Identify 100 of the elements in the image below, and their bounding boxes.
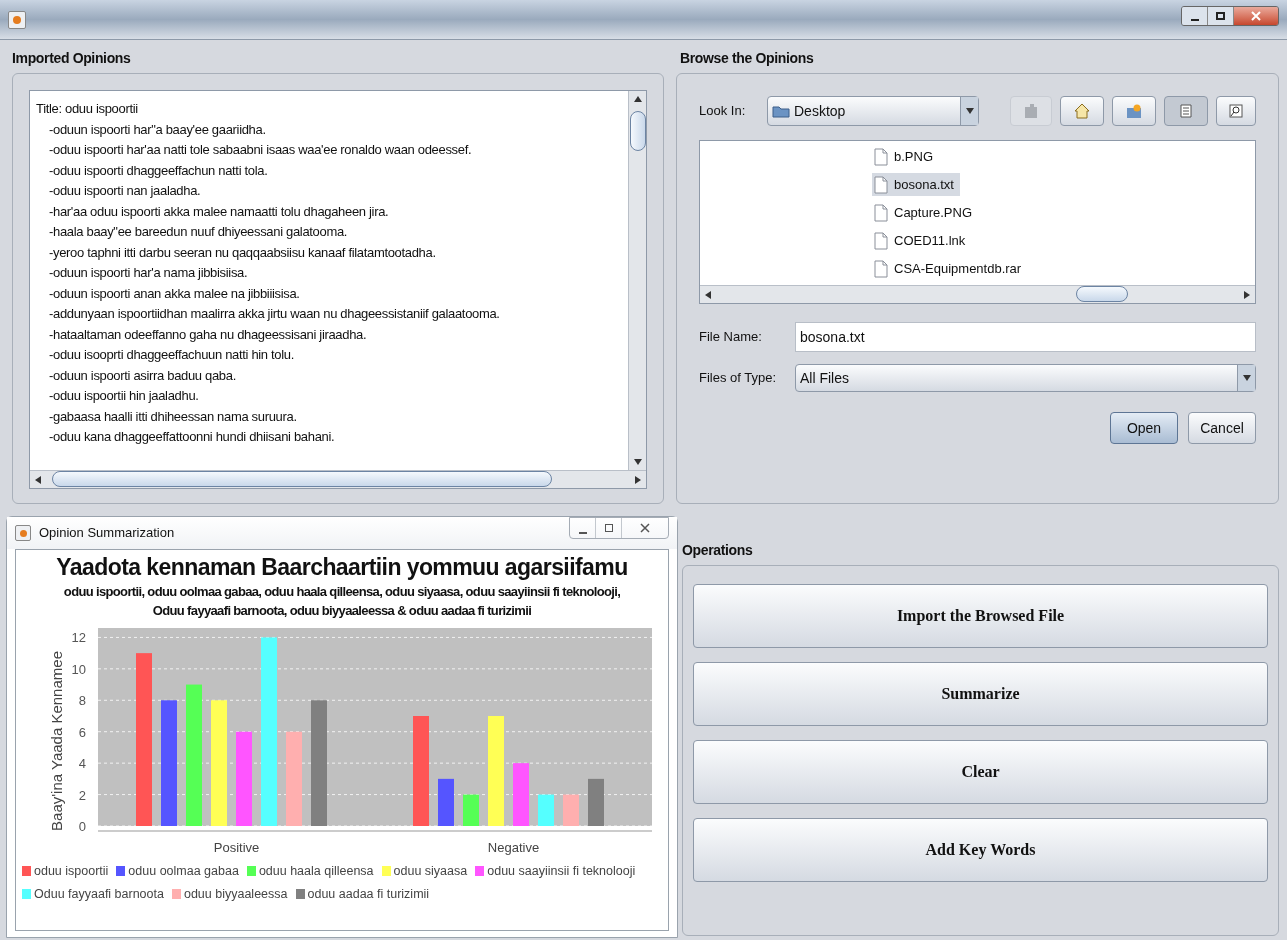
- operation-button[interactable]: Summarize: [693, 662, 1268, 726]
- java-cup-icon: [8, 10, 26, 29]
- y-tick-label: 6: [78, 724, 86, 740]
- left-arrow-icon: [704, 290, 712, 299]
- scroll-thumb[interactable]: [1076, 286, 1128, 302]
- left-arrow-icon: [34, 475, 42, 484]
- opinion-line: -oduun ispoorti har'a nama jibbisiisa.: [48, 264, 249, 282]
- y-tick-label: 12: [71, 630, 86, 646]
- field-label: Look In:: [699, 102, 747, 121]
- legend-label: oduu ispoortii: [34, 863, 109, 880]
- panel-title: Browse the Opinions: [679, 49, 815, 68]
- opinion-line: -yeroo taphni itti darbu seeran nu qaqqaabsiisu kanaaf filatamtootadha.: [48, 243, 437, 262]
- opinion-line: -oduu ispoorti dhaggeeffachun natti tola.: [48, 161, 269, 180]
- caret-icon: [1242, 374, 1251, 382]
- look-in-dropdown[interactable]: Desktop: [767, 96, 979, 126]
- opinion-line: -oduu kana dhaggeeffattoonni hundi dhiisani bahani.: [48, 428, 336, 446]
- opinion-line: -oduun ispoorti har"a baay'ee gaariidha.: [48, 120, 267, 139]
- bar: [513, 763, 529, 826]
- y-tick-label: 2: [78, 787, 86, 803]
- dialog-button[interactable]: Open: [1110, 412, 1178, 444]
- close-icon: [640, 523, 650, 533]
- close-button[interactable]: [1234, 6, 1278, 25]
- new-folder-button[interactable]: [1112, 96, 1156, 126]
- scroll-thumb[interactable]: [52, 471, 552, 487]
- opinion-line: -har'aa oduu ispoorti akka malee namaatti tolu dhagaheen jira.: [48, 202, 390, 221]
- home-icon: [1074, 103, 1090, 119]
- category-label: Negative: [487, 840, 540, 855]
- y-tick-label: 10: [71, 661, 86, 677]
- y-tick-label: 4: [78, 756, 86, 772]
- opinion-line: -oduun ispoorti asirra baduu qaba.: [48, 366, 237, 385]
- operation-button[interactable]: Import the Browsed File: [693, 584, 1268, 648]
- bar: [463, 794, 479, 826]
- folder-up-icon: [1024, 103, 1038, 119]
- list-icon: [1180, 104, 1192, 118]
- minimize-button[interactable]: [1182, 6, 1208, 25]
- horizontal-scrollbar[interactable]: [700, 285, 1255, 303]
- legend-label: oduu haala qilleensa: [258, 863, 374, 880]
- file-type-dropdown[interactable]: All Files: [795, 364, 1256, 392]
- field-label: Files of Type:: [699, 369, 778, 388]
- down-arrow-icon: [633, 458, 642, 466]
- right-arrow-icon: [1243, 290, 1251, 299]
- legend-label: Oduu fayyaafi barnoota: [34, 885, 164, 903]
- y-axis-label: Baay'ina Yaada Kennamee: [48, 651, 65, 831]
- opinion-line: -oduun ispoorti anan akka malee na jibbiiisisa.: [48, 284, 301, 303]
- opinion-line: -oduu ispoorti nan jaaladha.: [48, 182, 202, 200]
- opinion-title: Title: oduu ispoortii: [36, 100, 139, 118]
- caret-icon: [965, 107, 974, 115]
- y-tick-label: 8: [78, 693, 86, 709]
- opinion-line: -hataaltaman odeeffanno gaha nu dhageessisani jiraadha.: [48, 325, 368, 344]
- chart-subtitle: Oduu fayyaafi barnoota, oduu biyyaaleessa & oduu aadaa fi turizimii: [152, 602, 532, 620]
- bar: [563, 794, 579, 826]
- bar: [438, 778, 454, 826]
- opinion-line: -oduu isooprti dhaggeeffachuun natti hin tolu.: [48, 346, 295, 364]
- file-icon: [874, 175, 888, 194]
- file-icon: [874, 231, 888, 250]
- details-view-button[interactable]: [1216, 96, 1256, 126]
- opinion-line: -haala baay"ee bareedun nuuf dhiyeessani galatooma.: [48, 223, 349, 241]
- field-label: File Name:: [699, 328, 763, 347]
- panel-title: Operations: [682, 541, 754, 560]
- legend-label: oduu biyyaaleessa: [183, 885, 288, 903]
- java-cup-icon: [15, 525, 31, 541]
- opinion-line: -oduu ispoorti har'aa natti tole sabaabni isaas waa'ee ronaldo waan odeessef.: [48, 141, 473, 159]
- maximize-button[interactable]: [1208, 6, 1234, 25]
- list-view-button[interactable]: [1164, 96, 1208, 126]
- bar: [588, 778, 604, 826]
- scroll-thumb[interactable]: [629, 111, 646, 151]
- right-arrow-icon: [634, 475, 642, 484]
- y-tick-label: 0: [78, 819, 86, 834]
- file-item[interactable]: bosona.txt: [872, 173, 960, 196]
- file-item[interactable]: CSA-Equipmentdb.rar: [872, 257, 1028, 280]
- file-item[interactable]: Capture.PNG: [872, 201, 979, 224]
- home-button[interactable]: [1060, 96, 1104, 126]
- magnifier-icon: [1229, 104, 1243, 118]
- horizontal-scrollbar[interactable]: [30, 470, 646, 488]
- opinion-line: -gabaasa haalli itti dhiheessan nama suruura.: [48, 407, 298, 426]
- dialog-button[interactable]: Cancel: [1188, 412, 1256, 444]
- opinion-line: -oduu ispoortii hin jaaladhu.: [48, 387, 200, 405]
- file-name-field[interactable]: bosona.txt: [795, 322, 1256, 352]
- legend-label: oduu saayiinsii fi teknolooji: [487, 863, 636, 880]
- folder-icon: [772, 104, 790, 118]
- category-label: Positive: [213, 840, 260, 855]
- operation-button[interactable]: Clear: [693, 740, 1268, 804]
- file-icon: [874, 259, 888, 278]
- up-arrow-icon: [633, 95, 642, 103]
- file-item[interactable]: COED11.lnk: [872, 229, 972, 252]
- chart-subtitle: oduu ispoortii, oduu oolmaa gabaa, oduu haala qilleensa, oduu siyaasa, oduu saayiinsii fi teknolooji,: [63, 583, 621, 601]
- chart-title: Yaadota kennaman Baarchaartiin yommuu agarsiifamu: [56, 553, 628, 582]
- legend-label: oduu oolmaa gabaa: [128, 863, 239, 880]
- file-icon: [874, 147, 888, 166]
- operation-button[interactable]: Add Key Words: [693, 818, 1268, 882]
- window-title: Opinion Summarization: [39, 524, 175, 543]
- file-icon: [874, 203, 888, 222]
- opinion-line: -addunyaan ispoortiidhan maalirra akka jirtu waan nu dhageessistaniif galaatooma.: [48, 305, 501, 323]
- vertical-scrollbar[interactable]: [628, 91, 646, 470]
- panel-title: Imported Opinions: [12, 49, 132, 68]
- legend-label: oduu siyaasa: [393, 863, 468, 880]
- legend-label: oduu aadaa fi turizimii: [307, 885, 430, 903]
- file-item[interactable]: b.PNG: [872, 145, 939, 168]
- close-icon: [1251, 10, 1261, 21]
- bar: [538, 794, 554, 826]
